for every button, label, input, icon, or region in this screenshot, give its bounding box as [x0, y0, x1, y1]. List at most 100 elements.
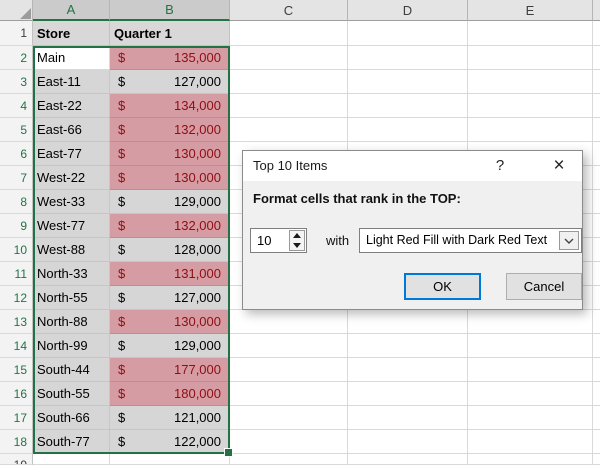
row-header-10[interactable]: 10 — [0, 238, 33, 262]
cell-A6[interactable]: East-77 — [33, 142, 110, 166]
cell-A19[interactable] — [33, 454, 110, 465]
cell-B19[interactable] — [110, 454, 230, 465]
cell-A8[interactable]: West-33 — [33, 190, 110, 214]
cell-A17[interactable]: South-66 — [33, 406, 110, 430]
cell-C[interactable] — [230, 430, 348, 454]
cell-sliver[interactable] — [593, 238, 600, 262]
row-header-19[interactable]: 19 — [0, 454, 33, 465]
cell-E[interactable] — [468, 70, 593, 94]
cell-C[interactable] — [230, 70, 348, 94]
cell-sliver[interactable] — [593, 286, 600, 310]
cell-A12[interactable]: North-55 — [33, 286, 110, 310]
row-header-17[interactable]: 17 — [0, 406, 33, 430]
cell-sliver[interactable] — [593, 70, 600, 94]
cell-B10[interactable]: $128,000 — [110, 238, 230, 262]
cell-A4[interactable]: East-22 — [33, 94, 110, 118]
cell-B11[interactable]: $131,000 — [110, 262, 230, 286]
column-header-E[interactable]: E — [468, 0, 593, 21]
cell-B17[interactable]: $121,000 — [110, 406, 230, 430]
row-header-14[interactable]: 14 — [0, 334, 33, 358]
cell-B7[interactable]: $130,000 — [110, 166, 230, 190]
row-header-18[interactable]: 18 — [0, 430, 33, 454]
rank-count-spinner[interactable]: 10 — [250, 228, 307, 253]
cell-sliver[interactable] — [593, 454, 600, 465]
cell-C[interactable] — [230, 406, 348, 430]
cell-E[interactable] — [468, 21, 593, 46]
cell-A9[interactable]: West-77 — [33, 214, 110, 238]
cell-sliver[interactable] — [593, 310, 600, 334]
row-header-11[interactable]: 11 — [0, 262, 33, 286]
cell-B14[interactable]: $129,000 — [110, 334, 230, 358]
row-header-3[interactable]: 3 — [0, 70, 33, 94]
dialog-titlebar[interactable]: Top 10 Items ? × — [243, 151, 582, 181]
cell-A10[interactable]: West-88 — [33, 238, 110, 262]
row-header-8[interactable]: 8 — [0, 190, 33, 214]
cell-sliver[interactable] — [593, 118, 600, 142]
cell-sliver[interactable] — [593, 358, 600, 382]
row-header-15[interactable]: 15 — [0, 358, 33, 382]
cell-E[interactable] — [468, 334, 593, 358]
cell-A16[interactable]: South-55 — [33, 382, 110, 406]
cell-D[interactable] — [348, 46, 468, 70]
cell-B6[interactable]: $130,000 — [110, 142, 230, 166]
row-header-16[interactable]: 16 — [0, 382, 33, 406]
cell-B9[interactable]: $132,000 — [110, 214, 230, 238]
cell-A15[interactable]: South-44 — [33, 358, 110, 382]
cell-E[interactable] — [468, 406, 593, 430]
cell-A13[interactable]: North-88 — [33, 310, 110, 334]
cell-A14[interactable]: North-99 — [33, 334, 110, 358]
cell-sliver[interactable] — [593, 406, 600, 430]
cell-D[interactable] — [348, 94, 468, 118]
cell-C[interactable] — [230, 382, 348, 406]
select-all-corner[interactable] — [0, 0, 33, 21]
cell-sliver[interactable] — [593, 214, 600, 238]
cell-sliver[interactable] — [593, 334, 600, 358]
spinner-down-button[interactable] — [290, 241, 304, 251]
cell-sliver[interactable] — [593, 430, 600, 454]
cell-C[interactable] — [230, 334, 348, 358]
cell-A5[interactable]: East-66 — [33, 118, 110, 142]
cell-B4[interactable]: $134,000 — [110, 94, 230, 118]
column-header-D[interactable]: D — [348, 0, 468, 21]
cell-E[interactable] — [468, 358, 593, 382]
cell-B13[interactable]: $130,000 — [110, 310, 230, 334]
cell-A18[interactable]: South-77 — [33, 430, 110, 454]
cell-C[interactable] — [230, 454, 348, 465]
cell-A1[interactable]: Store — [33, 21, 110, 46]
row-header-2[interactable]: 2 — [0, 46, 33, 70]
row-header-9[interactable]: 9 — [0, 214, 33, 238]
cell-sliver[interactable] — [593, 94, 600, 118]
cell-A7[interactable]: West-22 — [33, 166, 110, 190]
dropdown-button[interactable] — [559, 231, 579, 250]
spinner-up-button[interactable] — [290, 231, 304, 241]
column-header-A[interactable]: A — [33, 0, 110, 21]
cell-C[interactable] — [230, 46, 348, 70]
row-header-1[interactable]: 1 — [0, 21, 33, 46]
column-header-C[interactable]: C — [230, 0, 348, 21]
cell-D[interactable] — [348, 430, 468, 454]
cell-D[interactable] — [348, 118, 468, 142]
cell-B16[interactable]: $180,000 — [110, 382, 230, 406]
cell-sliver[interactable] — [593, 262, 600, 286]
cell-sliver[interactable] — [593, 166, 600, 190]
cell-B12[interactable]: $127,000 — [110, 286, 230, 310]
cell-sliver[interactable] — [593, 21, 600, 46]
cancel-button[interactable]: Cancel — [506, 273, 582, 300]
cell-B5[interactable]: $132,000 — [110, 118, 230, 142]
row-header-5[interactable]: 5 — [0, 118, 33, 142]
column-header-B[interactable]: B — [110, 0, 230, 21]
ok-button[interactable]: OK — [404, 273, 481, 300]
cell-sliver[interactable] — [593, 190, 600, 214]
cell-D[interactable] — [348, 454, 468, 465]
row-header-4[interactable]: 4 — [0, 94, 33, 118]
cell-D[interactable] — [348, 382, 468, 406]
cell-B8[interactable]: $129,000 — [110, 190, 230, 214]
format-style-dropdown[interactable]: Light Red Fill with Dark Red Text — [359, 228, 582, 253]
cell-E[interactable] — [468, 46, 593, 70]
cell-E[interactable] — [468, 118, 593, 142]
cell-E[interactable] — [468, 310, 593, 334]
cell-A11[interactable]: North-33 — [33, 262, 110, 286]
cell-B1[interactable]: Quarter 1 — [110, 21, 230, 46]
cell-B3[interactable]: $127,000 — [110, 70, 230, 94]
rank-count-value[interactable]: 10 — [257, 229, 271, 252]
